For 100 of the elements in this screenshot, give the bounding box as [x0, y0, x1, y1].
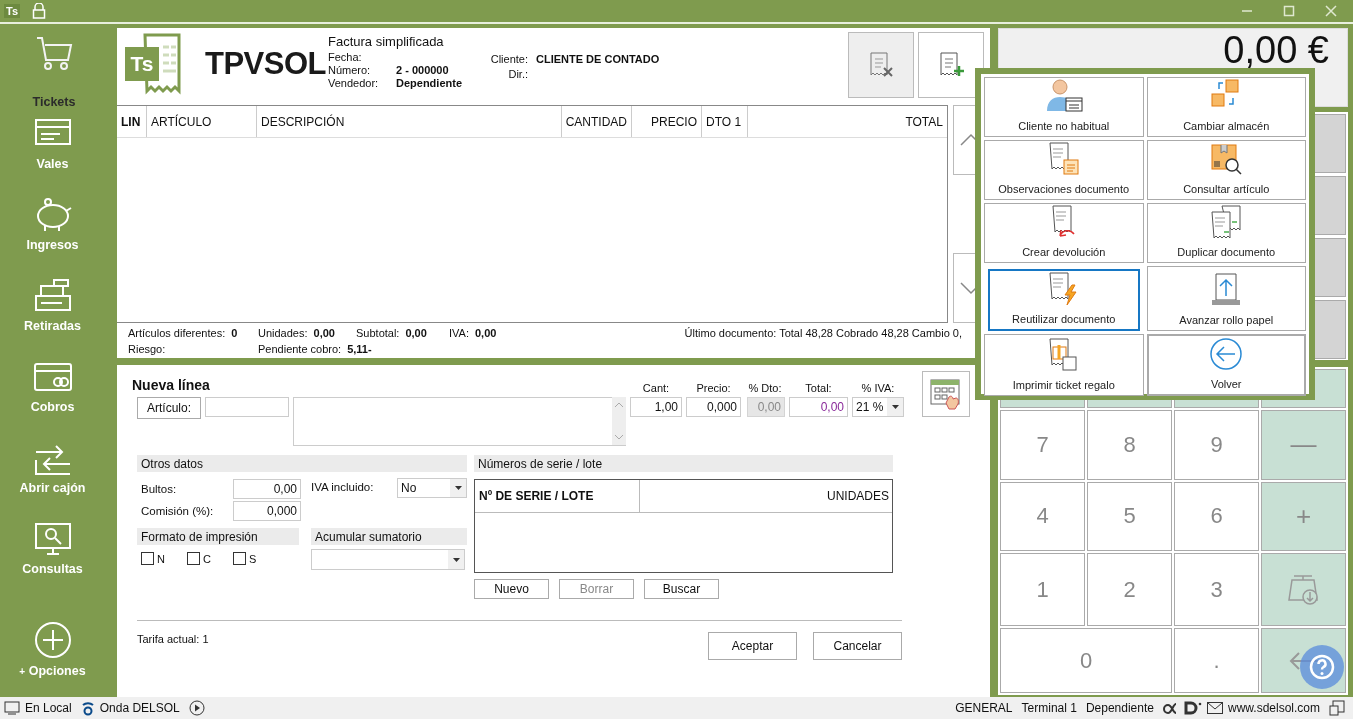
- field-label: Número:: [328, 64, 372, 76]
- option-button[interactable]: Consultar artículo: [1146, 140, 1306, 200]
- vat-included-dropdown[interactable]: No: [397, 478, 467, 498]
- amount-field[interactable]: 0,000: [686, 397, 741, 417]
- field-label: Total:: [805, 382, 832, 396]
- column-header: CANTIDAD: [562, 106, 632, 137]
- article-code-field[interactable]: [205, 397, 289, 417]
- section-header: Números de serie / lote: [474, 455, 893, 472]
- keypad-key[interactable]: .: [1174, 628, 1259, 693]
- caret-icon: [887, 398, 903, 416]
- website-link[interactable]: www.sdelsol.com: [1227, 701, 1320, 715]
- option-button[interactable]: Duplicar documento: [1146, 203, 1306, 263]
- section-title: Nueva línea: [132, 377, 210, 393]
- lock-icon[interactable]: [32, 3, 47, 19]
- logo-badge: Ts: [125, 47, 159, 81]
- column-header: DESCRIPCIÓN: [257, 106, 562, 137]
- keypad-key[interactable]: 6: [1174, 481, 1259, 552]
- alpha-icon[interactable]: [1162, 701, 1179, 715]
- delete-document-button[interactable]: [848, 32, 914, 98]
- option-button[interactable]: Observaciones documento: [984, 140, 1144, 200]
- scale-key[interactable]: [1261, 553, 1346, 627]
- new-document-button[interactable]: [918, 32, 984, 98]
- column-header: PRECIO: [632, 106, 702, 137]
- question-mark-icon: [1309, 654, 1335, 680]
- amount-field[interactable]: 0,00: [789, 397, 848, 417]
- tariff-text: Tarifa actual: 1: [137, 633, 209, 647]
- close-icon[interactable]: [1325, 5, 1337, 17]
- packages-field[interactable]: 0,00: [233, 479, 301, 499]
- column-header: UNIDADES: [826, 488, 890, 505]
- vat-dropdown[interactable]: 21 %: [852, 397, 904, 417]
- sidebar-item[interactable]: Tickets: [0, 28, 105, 109]
- keypad-key[interactable]: 1: [1000, 553, 1085, 627]
- option-button[interactable]: Imprimir ticket regalo: [984, 334, 1144, 396]
- field-label: Precio:: [696, 382, 731, 396]
- keypad-hand-icon: [929, 377, 963, 411]
- field-label: Comisión (%):: [140, 505, 215, 517]
- field-label: Cant:: [642, 382, 670, 396]
- plus-circle-icon: [33, 621, 72, 659]
- option-button[interactable]: Crear devolución: [984, 203, 1144, 263]
- last-document-text: Último documento: Total 48,28 Cobrado 48,28 Cambio 0,: [684, 327, 962, 341]
- keypad-key[interactable]: 5: [1087, 481, 1172, 552]
- mail-icon[interactable]: [1206, 702, 1223, 714]
- caret-icon: [448, 550, 464, 569]
- option-button[interactable]: Avanzar rollo papel: [1146, 266, 1306, 331]
- summary-label: Subtotal:: [356, 327, 400, 341]
- keypad-key[interactable]: 2: [1087, 553, 1172, 627]
- serial-button[interactable]: Nuevo: [474, 579, 549, 599]
- commission-field[interactable]: 0,000: [233, 501, 301, 521]
- logo-text: TPVSOL: [205, 46, 326, 82]
- keypad-key[interactable]: 0: [1000, 628, 1172, 693]
- section-header: Acumular sumatorio: [311, 528, 467, 545]
- description-field[interactable]: [293, 397, 626, 446]
- article-button[interactable]: Artículo:: [137, 397, 201, 419]
- field-label: % IVA:: [861, 382, 895, 396]
- keypad-key[interactable]: 3: [1174, 553, 1259, 627]
- field-label: Bultos:: [140, 483, 178, 495]
- serial-button[interactable]: Buscar: [644, 579, 719, 599]
- d-icon[interactable]: [1183, 701, 1202, 715]
- summary-label: Pendiente cobro:: [258, 342, 342, 357]
- summary-label: Riesgo:: [128, 342, 166, 357]
- option-button[interactable]: Reutilizar documento: [988, 269, 1140, 331]
- option-button[interactable]: Volver: [1146, 334, 1306, 396]
- keypad-key[interactable]: 4: [1000, 481, 1085, 552]
- field-value: CLIENTE DE CONTADO: [536, 53, 660, 67]
- field-label: Cliente:: [489, 53, 528, 67]
- monitor-icon: [4, 701, 20, 715]
- cancel-button[interactable]: Cancelar: [813, 632, 902, 660]
- total-amount: 0,00 €: [1223, 31, 1329, 69]
- field-label: % Dto:: [748, 382, 782, 396]
- keypad-key[interactable]: 7: [1000, 409, 1085, 480]
- accept-button[interactable]: Aceptar: [708, 632, 797, 660]
- keypad-key[interactable]: 9: [1174, 409, 1259, 480]
- status-text: Onda DELSOL: [99, 701, 180, 715]
- amount-field[interactable]: 1,00: [630, 397, 682, 417]
- caret-icon: [450, 479, 466, 497]
- radio-icon: [80, 700, 95, 716]
- status-text: Dependiente: [1085, 701, 1154, 715]
- status-text: En Local: [25, 701, 72, 715]
- scroll-arrows-icon: [612, 397, 626, 445]
- summary-value: 5,11-: [347, 342, 372, 357]
- column-header: LIN: [117, 106, 147, 137]
- option-button[interactable]: Cliente no habitual: [984, 77, 1144, 137]
- field-value: Dependiente: [396, 77, 463, 89]
- option-button[interactable]: Cambiar almacén: [1146, 77, 1306, 137]
- field-label: Fecha:: [328, 51, 363, 63]
- app-icon: Ts: [4, 4, 21, 18]
- play-icon[interactable]: [188, 700, 205, 716]
- field-label: Vendedor:: [328, 77, 380, 89]
- summary-label: Artículos diferentes:: [128, 327, 226, 341]
- maximize-icon[interactable]: [1283, 5, 1295, 17]
- column-header: DTO 1: [702, 106, 748, 137]
- keyboard-button[interactable]: [922, 371, 970, 417]
- field-value: 2 - 000000: [396, 64, 450, 76]
- summary-label: Unidades:: [258, 327, 308, 341]
- window-icon[interactable]: [1329, 700, 1345, 716]
- accumulate-dropdown[interactable]: [311, 549, 465, 570]
- field-label: Dir.:: [507, 68, 528, 82]
- status-text: GENERAL: [955, 701, 1013, 715]
- column-header: ARTÍCULO: [147, 106, 257, 137]
- keypad-key[interactable]: 8: [1087, 409, 1172, 480]
